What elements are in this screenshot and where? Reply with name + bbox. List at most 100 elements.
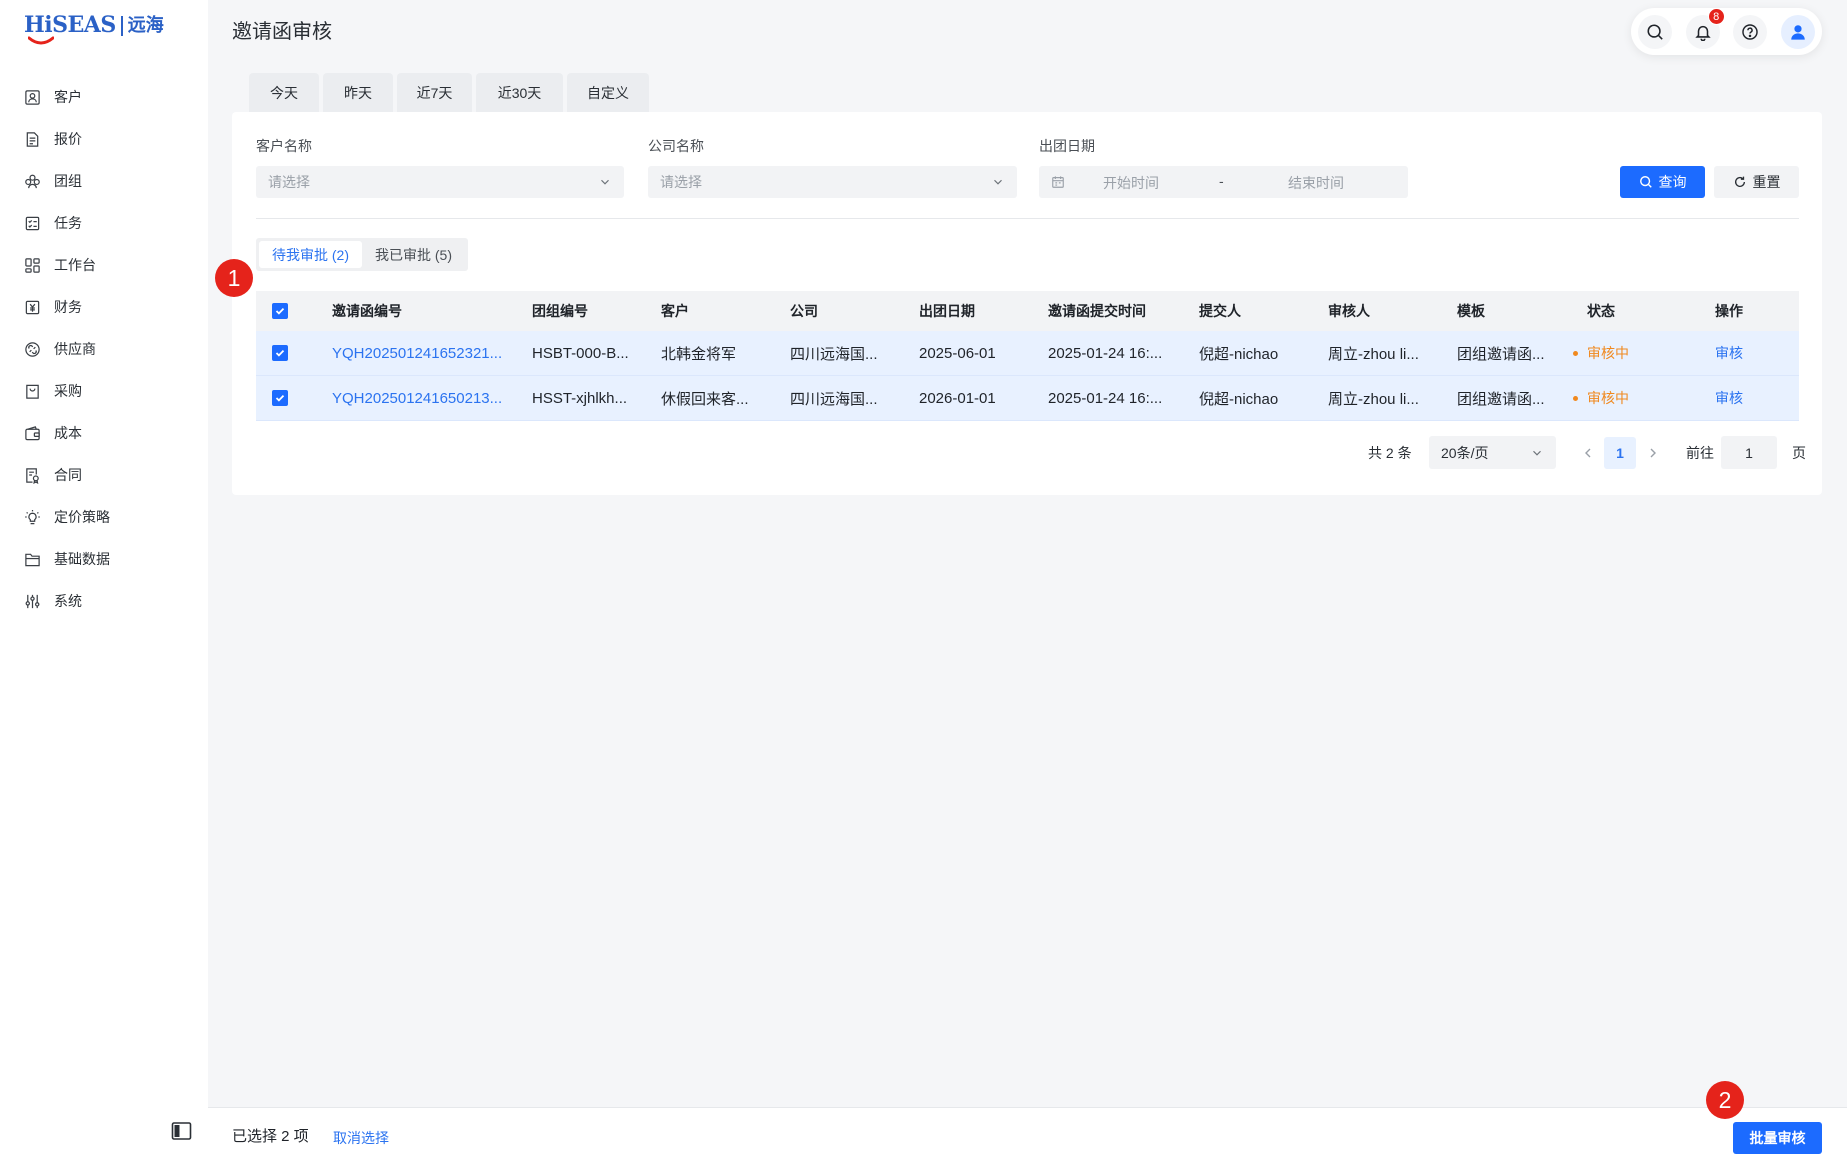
- sidebar-nav: 客户 报价 团组 任务 工作台 财务 供应商 采购 成本 合同 定价策略 基础数…: [0, 76, 208, 622]
- submit-time-cell: 2025-01-24 16:...: [1048, 389, 1163, 407]
- invite-no-link[interactable]: YQH202501241652321...: [316, 345, 516, 362]
- date-range-tabs: 今天 昨天 近7天 近30天 自定义: [249, 73, 649, 112]
- company-cell: 四川远海国...: [790, 390, 878, 408]
- customer-cell: 休假回来客...: [661, 390, 749, 408]
- header-toolbar: 8: [1631, 7, 1822, 55]
- table-header-row: 邀请函编号 团组编号 客户 公司 出团日期 邀请函提交时间 提交人 审核人 模板…: [256, 291, 1799, 331]
- filter-divider: [256, 218, 1799, 219]
- column-header-invite-no[interactable]: 邀请函编号: [316, 301, 516, 321]
- tab-pending-my-approval[interactable]: 待我审批 (2): [259, 241, 362, 268]
- reviewer-cell: 周立-zhou li...: [1328, 345, 1419, 363]
- sidebar-item-label: 供应商: [54, 341, 96, 357]
- help-button[interactable]: [1733, 14, 1768, 49]
- customer-icon: [25, 89, 40, 105]
- sidebar-item-group[interactable]: 团组: [0, 160, 208, 202]
- customer-select[interactable]: 请选择: [256, 166, 624, 198]
- app-logo[interactable]: HiSEAS 远海: [24, 12, 164, 48]
- selected-count-text: 已选择 2 项: [232, 1128, 309, 1145]
- main-card: 客户名称 请选择 公司名称 请选择 出团日期 开始时间 - 结束时间 查询 重置…: [232, 112, 1822, 495]
- base-data-icon: [25, 553, 40, 566]
- status-dot: [1573, 350, 1578, 356]
- column-header-company[interactable]: 公司: [774, 301, 903, 321]
- column-header-reviewer[interactable]: 审核人: [1312, 301, 1441, 321]
- page-number-current[interactable]: 1: [1604, 437, 1636, 469]
- tab-last-7-days[interactable]: 近7天: [397, 73, 472, 112]
- page-size-value: 20条/页: [1441, 444, 1489, 461]
- cancel-selection-link[interactable]: 取消选择: [333, 1129, 389, 1147]
- sidebar-item-base-data[interactable]: 基础数据: [0, 538, 208, 580]
- column-header-template[interactable]: 模板: [1441, 301, 1571, 321]
- select-all-checkbox[interactable]: [272, 303, 288, 319]
- notifications-button[interactable]: 8: [1685, 7, 1725, 49]
- annotation-badge-step-1: 1: [215, 259, 253, 297]
- table-row[interactable]: YQH202501241652321... HSBT-000-B... 北韩金将…: [256, 331, 1799, 376]
- company-select[interactable]: 请选择: [648, 166, 1017, 198]
- departure-date-range-picker[interactable]: 开始时间 - 结束时间: [1039, 166, 1408, 198]
- contract-icon: [26, 467, 39, 484]
- user-avatar-button[interactable]: [1780, 14, 1815, 49]
- sidebar-item-purchase[interactable]: 采购: [0, 370, 208, 412]
- page-size-select[interactable]: 20条/页: [1429, 436, 1556, 469]
- column-header-submit-time[interactable]: 邀请函提交时间: [1032, 301, 1183, 321]
- review-action-link[interactable]: 审核: [1699, 343, 1799, 363]
- row-checkbox[interactable]: [272, 390, 288, 406]
- sidebar-item-cost[interactable]: 成本: [0, 412, 208, 454]
- tab-approved-by-me[interactable]: 我已审批 (5): [362, 241, 465, 268]
- selection-footer: 已选择 2 项 取消选择 批量审核: [208, 1107, 1847, 1165]
- column-header-group-no[interactable]: 团组编号: [516, 301, 645, 321]
- table-row[interactable]: YQH202501241650213... HSST-xjhlkh... 休假回…: [256, 376, 1799, 421]
- sidebar-item-quote[interactable]: 报价: [0, 118, 208, 160]
- global-search-button[interactable]: [1638, 14, 1672, 49]
- bell-icon: [1694, 25, 1711, 41]
- row-select-cell: [256, 345, 316, 361]
- column-header-departure-date[interactable]: 出团日期: [903, 301, 1032, 321]
- refresh-icon: [1734, 176, 1745, 187]
- status-dot: [1573, 395, 1578, 401]
- invite-no-link[interactable]: YQH202501241650213...: [316, 390, 516, 407]
- sidebar: HiSEAS 远海 客户 报价 团组 任务 工作台 财务 供应商 采购 成本 合…: [0, 0, 208, 1165]
- next-page-icon[interactable]: [1645, 445, 1661, 461]
- search-button[interactable]: 查询: [1620, 166, 1705, 198]
- status-text: 审核中: [1587, 345, 1629, 361]
- sidebar-collapse-icon[interactable]: [171, 1121, 192, 1141]
- check-icon: [275, 394, 285, 402]
- review-action-link[interactable]: 审核: [1699, 388, 1799, 408]
- sidebar-item-workbench[interactable]: 工作台: [0, 244, 208, 286]
- logo-divider: [120, 16, 123, 36]
- column-header-submitter[interactable]: 提交人: [1183, 301, 1312, 321]
- sidebar-item-task[interactable]: 任务: [0, 202, 208, 244]
- sidebar-item-finance[interactable]: 财务: [0, 286, 208, 328]
- tab-today[interactable]: 今天: [249, 73, 319, 112]
- sidebar-item-system[interactable]: 系统: [0, 580, 208, 622]
- submitter-cell: 倪超-nichao: [1199, 345, 1279, 363]
- search-button-label: 查询: [1658, 174, 1687, 190]
- reset-button[interactable]: 重置: [1714, 166, 1799, 198]
- search-icon: [1639, 176, 1652, 188]
- goto-page-input[interactable]: [1721, 436, 1777, 469]
- sidebar-item-label: 客户: [54, 89, 82, 105]
- sidebar-item-contract[interactable]: 合同: [0, 454, 208, 496]
- group-icon: [25, 174, 40, 188]
- column-header-customer[interactable]: 客户: [645, 301, 774, 321]
- row-checkbox[interactable]: [272, 345, 288, 361]
- template-cell: 团组邀请函...: [1457, 390, 1545, 408]
- pagination-total: 共 2 条: [1368, 445, 1412, 461]
- departure-date-cell: 2026-01-01: [919, 389, 996, 407]
- column-header-status[interactable]: 状态: [1571, 301, 1699, 321]
- prev-page-icon[interactable]: [1580, 445, 1596, 461]
- sidebar-item-supplier[interactable]: 供应商: [0, 328, 208, 370]
- quote-icon: [26, 131, 39, 147]
- batch-review-button[interactable]: 批量审核: [1733, 1122, 1822, 1154]
- sidebar-item-customer[interactable]: 客户: [0, 76, 208, 118]
- tab-yesterday[interactable]: 昨天: [323, 73, 393, 112]
- template-cell: 团组邀请函...: [1457, 345, 1545, 363]
- sidebar-item-label: 任务: [54, 215, 82, 231]
- logo-smile-icon: [28, 36, 54, 45]
- page-title: 邀请函审核: [232, 21, 332, 43]
- sidebar-item-label: 合同: [54, 467, 82, 483]
- sidebar-item-pricing-strategy[interactable]: 定价策略: [0, 496, 208, 538]
- check-icon: [275, 349, 285, 357]
- tab-custom[interactable]: 自定义: [567, 73, 649, 112]
- tab-last-30-days[interactable]: 近30天: [476, 73, 563, 112]
- chevron-down-icon: [601, 179, 609, 185]
